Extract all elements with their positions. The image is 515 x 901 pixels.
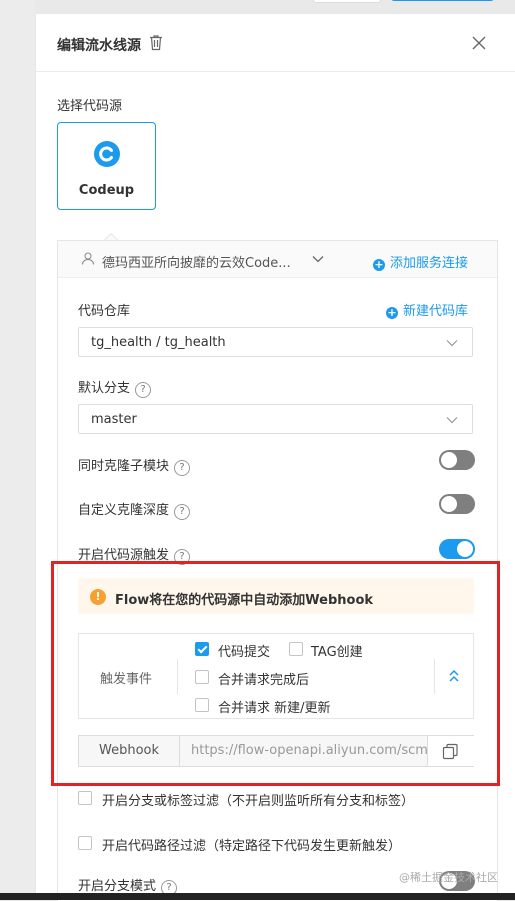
custom-clone-depth-label: 自定义克隆深度? — [78, 499, 191, 520]
highlight-frame — [51, 561, 500, 786]
codeup-logo-icon — [94, 141, 120, 167]
close-icon[interactable] — [470, 34, 488, 52]
new-repository-link[interactable]: + 新建代码库 — [386, 300, 468, 319]
chevron-down-icon — [446, 417, 458, 424]
top-primary-button[interactable] — [391, 0, 494, 1]
branch-filter-label: 开启分支或标签过滤（不开启则监听所有分支和标签） — [102, 794, 415, 809]
plus-circle-icon: + — [386, 306, 398, 319]
repository-label: 代码仓库 — [78, 304, 131, 319]
top-secondary-button[interactable] — [313, 0, 381, 3]
source-card-label: Codeup — [78, 183, 135, 198]
clone-submodules-text: 同时克隆子模块 — [78, 459, 170, 474]
branch-label: 默认分支? — [78, 377, 152, 398]
repository-value: tg_health / tg_health — [91, 335, 226, 350]
checkbox-path-filter[interactable] — [78, 836, 92, 850]
chevron-down-icon[interactable] — [312, 255, 324, 263]
clone-submodules-label: 同时克隆子模块? — [78, 455, 191, 476]
branch-value: master — [91, 412, 137, 427]
add-service-connection-link[interactable]: + 添加服务连接 — [373, 252, 468, 271]
custom-clone-depth-text: 自定义克隆深度 — [78, 503, 170, 518]
branch-select[interactable]: master — [78, 404, 473, 434]
trash-icon[interactable] — [148, 34, 164, 51]
new-repository-label: 新建代码库 — [403, 304, 469, 319]
help-icon[interactable]: ? — [174, 460, 191, 476]
help-icon[interactable]: ? — [174, 504, 191, 520]
drawer-title: 编辑流水线源 — [57, 38, 141, 54]
plus-circle-icon: + — [373, 258, 385, 271]
chevron-down-icon — [446, 340, 458, 347]
add-service-connection-label: 添加服务连接 — [390, 256, 469, 271]
connection-bar: 德玛西亚所向披靡的云效Code... + 添加服务连接 — [58, 241, 497, 278]
user-icon — [82, 252, 94, 265]
connection-account-select[interactable]: 德玛西亚所向披靡的云效Code... — [102, 252, 291, 271]
toggle-knob — [457, 541, 473, 557]
drawer-header: 编辑流水线源 — [36, 14, 515, 72]
branch-mode-text: 开启分支模式 — [78, 879, 157, 894]
help-icon[interactable]: ? — [135, 382, 152, 398]
repository-select[interactable]: tg_health / tg_health — [78, 327, 473, 357]
taskbar-strip — [0, 893, 515, 900]
toggle-knob — [441, 452, 457, 468]
clone-submodules-toggle[interactable] — [439, 450, 475, 470]
background-left-strip — [0, 0, 35, 900]
toggle-knob — [441, 496, 457, 512]
branch-label-text: 默认分支 — [78, 381, 131, 396]
source-trigger-toggle[interactable] — [439, 539, 475, 559]
checkbox-branch-filter[interactable] — [78, 791, 92, 805]
watermark: @稀土掘金技术社区 — [399, 871, 498, 884]
source-card-codeup[interactable]: Codeup — [57, 122, 156, 210]
custom-clone-depth-toggle[interactable] — [439, 494, 475, 514]
source-section-label: 选择代码源 — [57, 99, 123, 114]
path-filter-label: 开启代码路径过滤（特定路径下代码发生更新触发） — [102, 839, 402, 854]
